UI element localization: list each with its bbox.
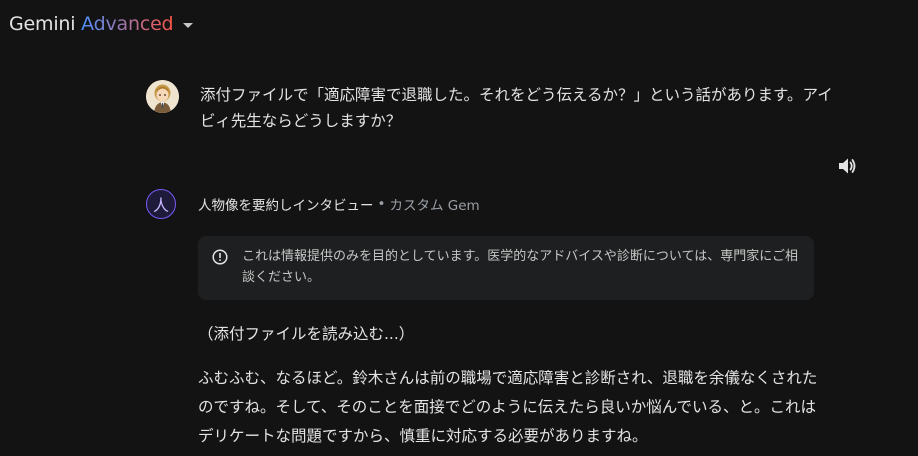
- user-avatar: [146, 80, 179, 113]
- medical-notice: これは情報提供のみを目的としています。医学的なアドバイスや診断については、専門家…: [198, 236, 814, 300]
- gem-separator: •: [377, 196, 386, 212]
- notice-text: これは情報提供のみを目的としています。医学的なアドバイスや診断については、専門家…: [242, 249, 799, 285]
- status-line: （添付ファイルを読み込む...）: [198, 325, 415, 343]
- app-title: Gemini Advanced: [9, 13, 174, 35]
- model-switcher[interactable]: Gemini Advanced: [9, 10, 194, 38]
- chevron-down-icon[interactable]: [183, 22, 194, 28]
- user-message-text: 添付ファイルで「適応障害で退職した。それをどう伝えるか？」という話があります。ア…: [200, 86, 833, 130]
- gem-type: カスタム Gem: [389, 198, 480, 214]
- response-text: ふむふむ、なるほど。鈴木さんは前の職場で適応障害と診断され、退職を余儀なくされた…: [198, 369, 818, 445]
- speaker-icon[interactable]: [836, 154, 860, 178]
- user-message: 添付ファイルで「適応障害で退職した。それをどう伝えるか？」という話があります。ア…: [146, 80, 836, 134]
- alert-circle-icon: [212, 249, 228, 265]
- gem-header: 人 人物像を要約しインタビュー • カスタム Gem: [146, 189, 480, 219]
- gem-avatar: 人: [146, 189, 176, 219]
- gem-name[interactable]: 人物像を要約しインタビュー: [198, 194, 374, 214]
